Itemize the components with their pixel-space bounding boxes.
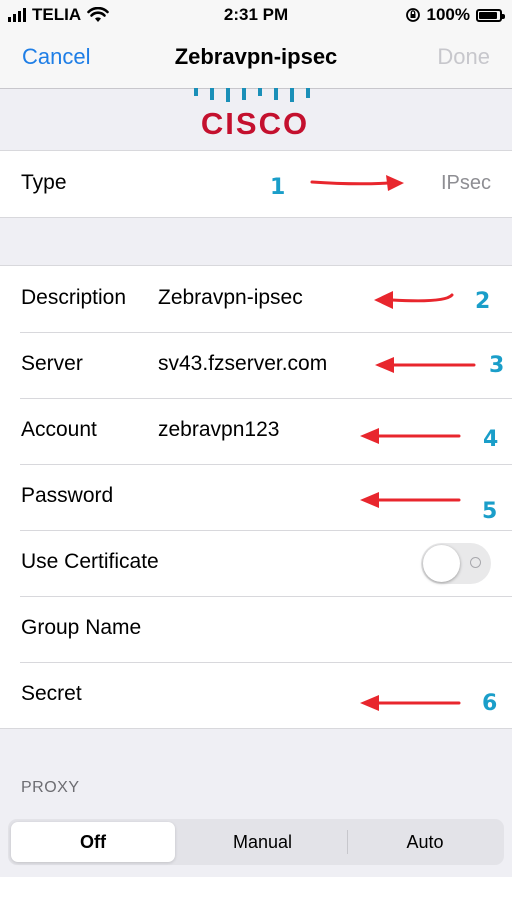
toggle-knob xyxy=(423,545,460,582)
proxy-segmented-control: Off Manual Auto xyxy=(8,819,504,865)
type-label: Type xyxy=(21,171,67,194)
battery-fill xyxy=(479,11,497,19)
use-certificate-label: Use Certificate xyxy=(21,550,159,573)
navigation-bar: Cancel Zebravpn-ipsec Done xyxy=(0,30,512,89)
secret-label: Secret xyxy=(21,682,82,705)
battery-percent: 100% xyxy=(426,5,470,24)
toggle-off-icon xyxy=(470,557,481,568)
proxy-option-auto[interactable]: Auto xyxy=(349,822,501,862)
vpn-settings-section: Description Zebravpn-ipsec Server sv43.f… xyxy=(0,265,512,729)
account-row[interactable]: Account zebravpn123 xyxy=(0,398,512,464)
annotation-number-4: 4 xyxy=(483,427,499,452)
annotation-number-1: 1 xyxy=(270,175,286,200)
cisco-logo-bars xyxy=(194,88,310,102)
status-right: 100% xyxy=(405,5,505,25)
annotation-number-6: 6 xyxy=(482,691,498,716)
proxy-option-manual[interactable]: Manual xyxy=(180,822,345,862)
annotation-number-5: 5 xyxy=(482,499,498,524)
type-value: IPsec xyxy=(440,172,491,194)
group-name-label: Group Name xyxy=(21,616,142,639)
type-section: Type IPsec xyxy=(0,150,512,218)
page-title: Zebravpn-ipsec xyxy=(174,44,338,69)
orientation-lock-icon xyxy=(405,8,420,22)
group-name-row[interactable]: Group Name xyxy=(0,596,512,662)
account-label: Account xyxy=(21,418,97,441)
server-field[interactable]: sv43.fzserver.com xyxy=(158,352,327,376)
password-label: Password xyxy=(21,484,114,507)
server-row[interactable]: Server sv43.fzserver.com xyxy=(0,332,512,398)
password-row[interactable]: Password xyxy=(0,464,512,530)
use-certificate-row: Use Certificate xyxy=(0,530,512,596)
type-row[interactable]: Type IPsec xyxy=(0,151,512,217)
account-field[interactable]: zebravpn123 xyxy=(158,418,279,442)
battery-icon xyxy=(476,8,505,22)
description-field[interactable]: Zebravpn-ipsec xyxy=(158,286,303,310)
status-bar: TELIA 2:31 PM 100% xyxy=(0,0,512,30)
use-certificate-toggle[interactable] xyxy=(421,543,491,584)
annotation-number-3: 3 xyxy=(489,353,505,378)
server-label: Server xyxy=(21,352,83,375)
secret-row[interactable]: Secret xyxy=(0,662,512,728)
cisco-logo-text: CISCO xyxy=(200,106,310,141)
proxy-option-off[interactable]: Off xyxy=(11,822,175,862)
bottom-section xyxy=(0,877,512,911)
segment-divider xyxy=(347,830,348,854)
proxy-section-header: PROXY xyxy=(21,779,80,796)
annotation-number-2: 2 xyxy=(475,289,491,314)
done-button[interactable]: Done xyxy=(437,44,490,70)
description-row[interactable]: Description Zebravpn-ipsec xyxy=(0,266,512,332)
description-label: Description xyxy=(21,286,127,309)
cisco-logo: CISCO xyxy=(190,88,320,143)
